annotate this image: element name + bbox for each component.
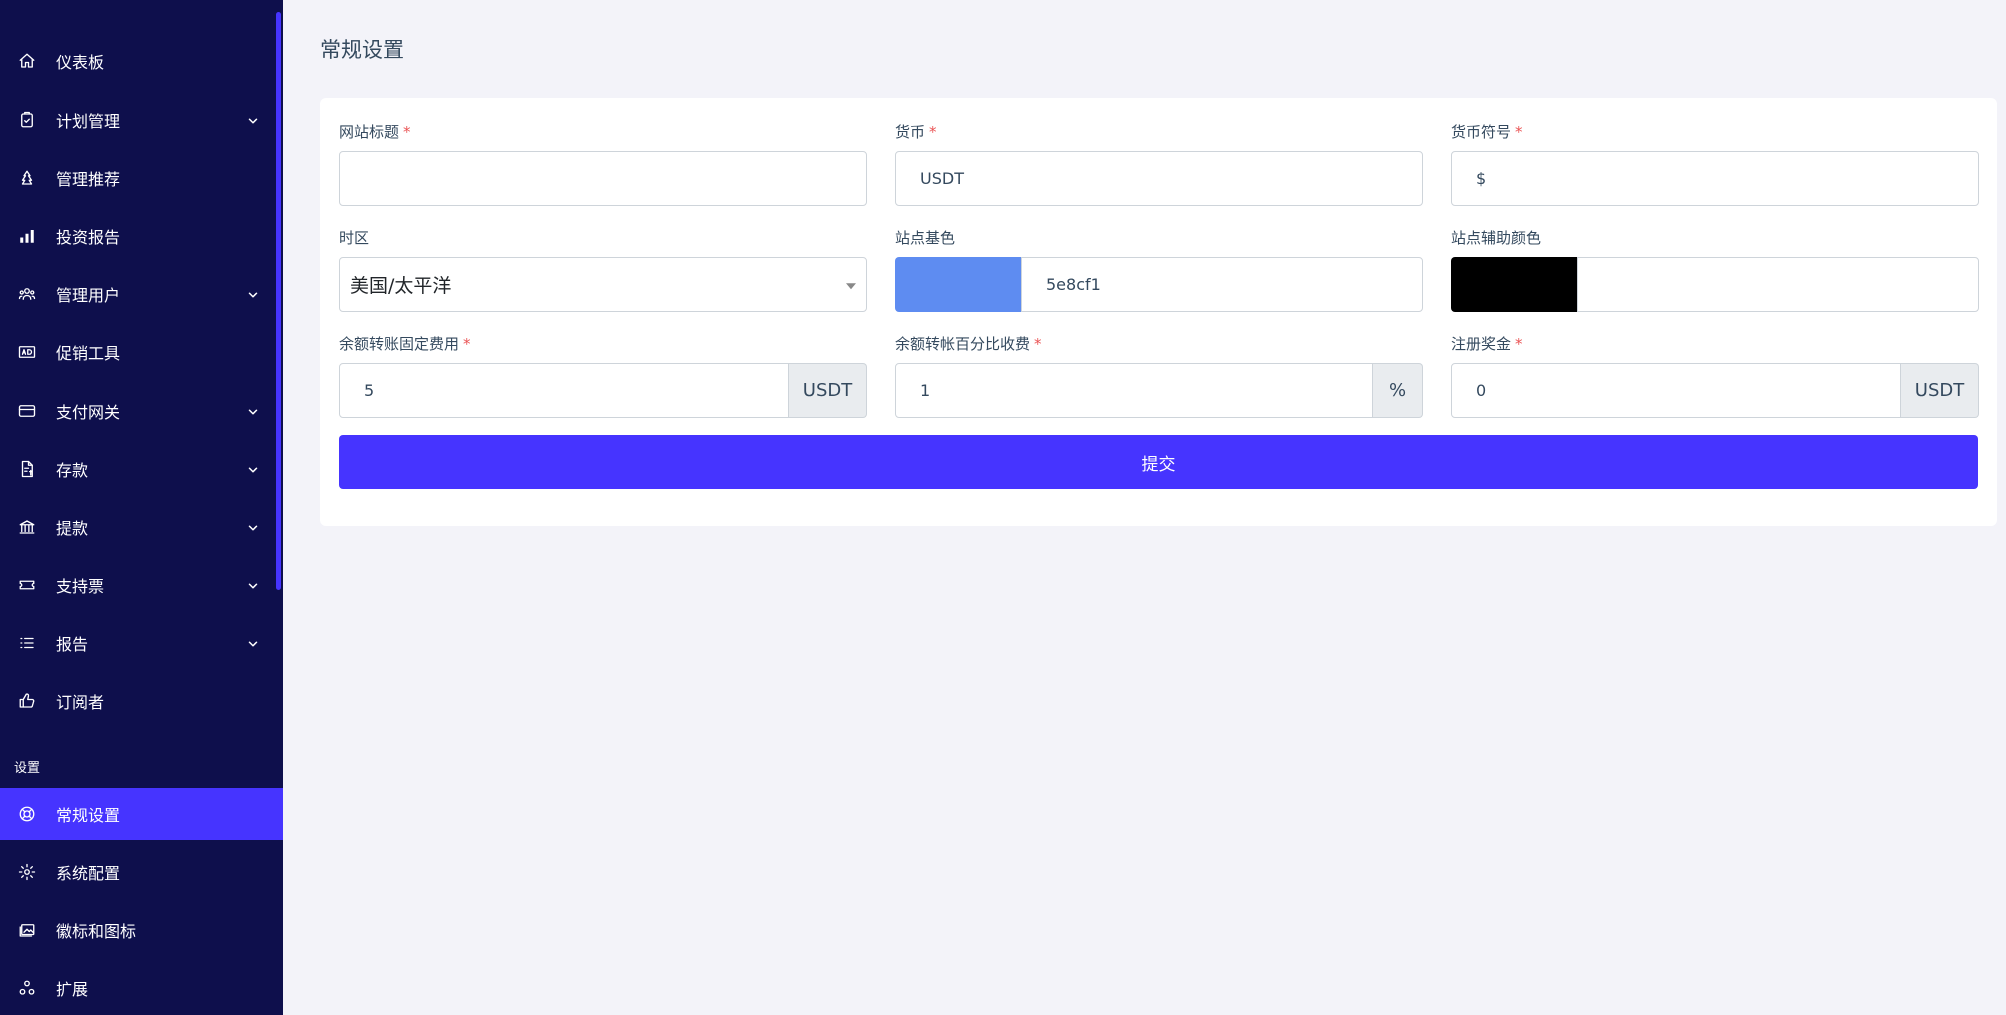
- fixed-charge-label-text: 余额转账固定费用: [339, 335, 460, 353]
- secondary-color-input[interactable]: [1577, 257, 1979, 312]
- chevron-down-icon: [246, 462, 260, 476]
- sidebar-item-referrals[interactable]: 管理推荐: [0, 152, 283, 204]
- required-mark: *: [403, 123, 411, 141]
- file-invoice-dollar-icon: [17, 459, 37, 479]
- registration-bonus-label: 注册奖金 *: [1451, 333, 1523, 354]
- sidebar-item-general-settings[interactable]: 常规设置: [0, 788, 283, 840]
- bar-chart-icon: [17, 226, 37, 246]
- site-title-label: 网站标题 *: [339, 121, 411, 142]
- submit-button[interactable]: 提交: [339, 435, 1978, 489]
- sidebar-item-label: 投资报告: [56, 228, 121, 247]
- percent-charge-label: 余额转帐百分比收费 *: [895, 333, 1042, 354]
- currency-symbol-label-text: 货币符号: [1451, 123, 1512, 141]
- currency-label-text: 货币: [895, 123, 926, 141]
- required-mark: *: [1515, 123, 1523, 141]
- sidebar-item-label: 扩展: [56, 980, 89, 999]
- chevron-down-icon: [246, 404, 260, 418]
- thumbs-up-icon: [17, 691, 37, 711]
- sidebar-item-logo-favicon[interactable]: 徽标和图标: [0, 904, 283, 956]
- secondary-color-swatch[interactable]: [1451, 257, 1577, 312]
- clipboard-check-icon: [17, 110, 37, 130]
- tree-icon: [17, 168, 37, 188]
- base-color-input[interactable]: [1021, 257, 1423, 312]
- registration-bonus-label-text: 注册奖金: [1451, 335, 1512, 353]
- sidebar-item-extensions[interactable]: 扩展: [0, 962, 283, 1014]
- timezone-selected-value: 美国/太平洋: [350, 275, 452, 297]
- chevron-down-icon: [246, 520, 260, 534]
- registration-bonus-input[interactable]: [1451, 363, 1901, 418]
- sidebar-item-label: 系统配置: [56, 864, 121, 883]
- ad-icon: [17, 342, 37, 362]
- sidebar-item-support-tickets[interactable]: 支持票: [0, 559, 283, 611]
- sidebar-item-label: 计划管理: [56, 112, 121, 131]
- users-icon: [17, 284, 37, 304]
- page-title: 常规设置: [320, 38, 404, 62]
- bank-icon: [17, 517, 37, 537]
- sidebar-item-system-config[interactable]: 系统配置: [0, 846, 283, 898]
- currency-symbol-label: 货币符号 *: [1451, 121, 1523, 142]
- required-mark: *: [929, 123, 937, 141]
- credit-card-icon: [17, 401, 37, 421]
- chevron-down-icon: [246, 578, 260, 592]
- fixed-charge-label: 余额转账固定费用 *: [339, 333, 471, 354]
- general-settings-form: 网站标题* 货币* 货币符号* 时区 美国/太平洋 站点基色 站点辅助颜色: [320, 98, 1997, 526]
- site-title-label-text: 网站标题: [339, 123, 400, 141]
- sidebar-item-label: 支持票: [56, 577, 105, 596]
- base-color-label: 站点基色: [895, 229, 956, 247]
- chevron-down-icon: [246, 113, 260, 127]
- chevron-down-icon: [246, 636, 260, 650]
- timezone-label: 时区: [339, 229, 370, 247]
- required-mark: *: [463, 335, 471, 353]
- main-content: 常规设置 网站标题* 货币* 货币符号* 时区 美国/太平洋 站点基色: [283, 0, 2006, 1015]
- sidebar-item-promotion[interactable]: 促销工具: [0, 326, 283, 378]
- life-ring-icon: [17, 804, 37, 824]
- secondary-color-label: 站点辅助颜色: [1451, 229, 1542, 247]
- sidebar-item-label: 管理推荐: [56, 170, 121, 189]
- sidebar-item-reports[interactable]: 报告: [0, 617, 283, 669]
- sidebar-item-users[interactable]: 管理用户: [0, 268, 283, 320]
- sidebar-item-dashboard[interactable]: 仪表板: [0, 35, 283, 87]
- sidebar-item-label: 存款: [56, 461, 89, 480]
- sidebar-item-label: 报告: [56, 635, 89, 654]
- sidebar-item-subscribers[interactable]: 订阅者: [0, 675, 283, 727]
- sidebar-item-withdrawals[interactable]: 提款: [0, 501, 283, 553]
- sidebar-item-label: 常规设置: [56, 806, 121, 825]
- base-color-swatch[interactable]: [895, 257, 1021, 312]
- list-icon: [17, 633, 37, 653]
- currency-label: 货币 *: [895, 121, 937, 142]
- registration-bonus-unit: USDT: [1901, 363, 1979, 418]
- home-icon: [17, 51, 37, 71]
- fixed-charge-unit: USDT: [789, 363, 867, 418]
- sidebar: 仪表板 计划管理 管理推荐 投资报告 管理用户 促销工具 支付网关 存款 提款 …: [0, 0, 283, 1015]
- caret-down-icon: [846, 282, 856, 289]
- percent-charge-input[interactable]: [895, 363, 1373, 418]
- fixed-charge-input[interactable]: [339, 363, 789, 418]
- timezone-select[interactable]: 美国/太平洋: [339, 257, 867, 312]
- required-mark: *: [1515, 335, 1523, 353]
- percent-charge-label-text: 余额转帐百分比收费: [895, 335, 1031, 353]
- sidebar-item-investment-report[interactable]: 投资报告: [0, 210, 283, 262]
- currency-symbol-input[interactable]: [1451, 151, 1979, 206]
- app-root: 仪表板 计划管理 管理推荐 投资报告 管理用户 促销工具 支付网关 存款 提款 …: [0, 0, 2006, 1015]
- sidebar-item-plans[interactable]: 计划管理: [0, 94, 283, 146]
- cubes-icon: [17, 978, 37, 998]
- sidebar-item-label: 支付网关: [56, 403, 121, 422]
- sidebar-item-label: 提款: [56, 519, 89, 538]
- sidebar-item-label: 促销工具: [56, 344, 121, 363]
- sidebar-item-label: 徽标和图标: [56, 922, 137, 941]
- images-icon: [17, 920, 37, 940]
- percent-charge-unit: %: [1373, 363, 1423, 418]
- ticket-icon: [17, 575, 37, 595]
- sidebar-item-label: 订阅者: [56, 693, 105, 712]
- required-mark: *: [1034, 335, 1042, 353]
- chevron-down-icon: [246, 287, 260, 301]
- site-title-input[interactable]: [339, 151, 867, 206]
- sidebar-item-payment-gateways[interactable]: 支付网关: [0, 385, 283, 437]
- sidebar-section-label: 设置: [14, 761, 41, 776]
- sidebar-item-deposits[interactable]: 存款: [0, 443, 283, 495]
- sidebar-item-label: 管理用户: [56, 286, 121, 305]
- gear-icon: [17, 862, 37, 882]
- currency-input[interactable]: [895, 151, 1423, 206]
- sidebar-item-label: 仪表板: [56, 53, 105, 72]
